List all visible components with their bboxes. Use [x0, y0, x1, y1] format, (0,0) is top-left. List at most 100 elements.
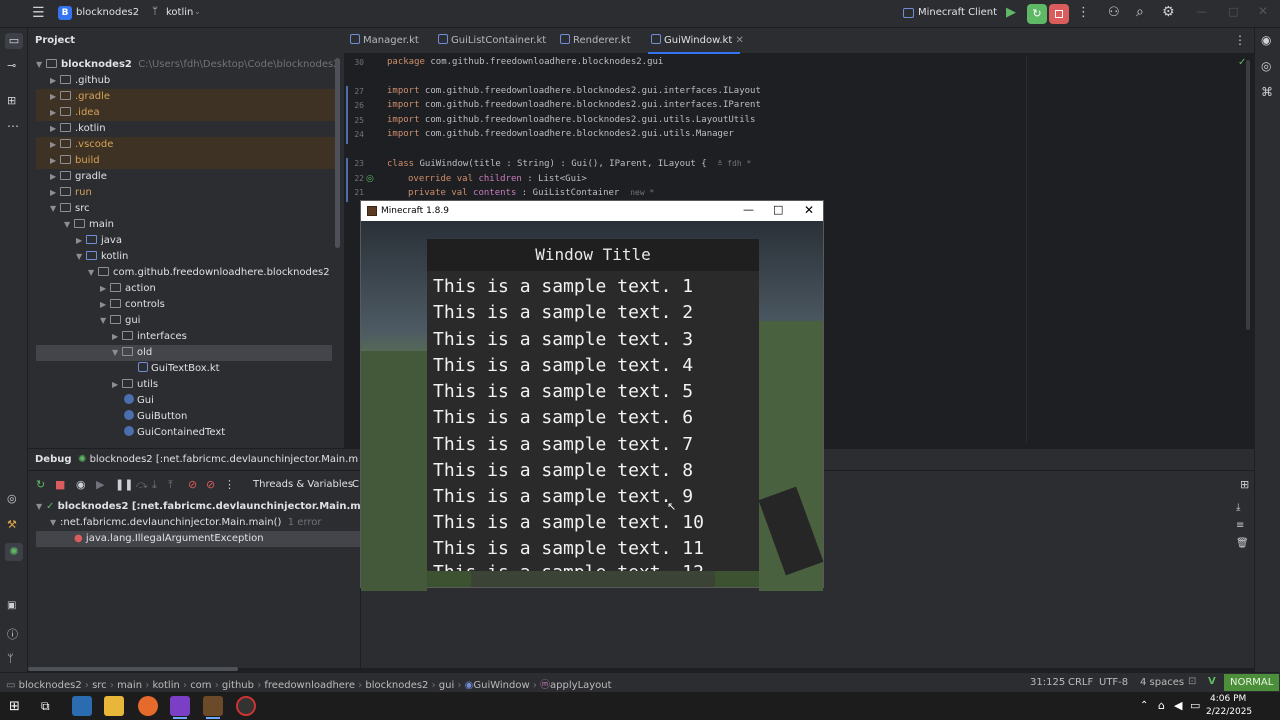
- pause-icon[interactable]: ❚❚: [115, 478, 133, 491]
- copilot-icon[interactable]: ⌘: [1261, 85, 1273, 99]
- project-badge[interactable]: B: [58, 6, 72, 20]
- more-tabs-icon[interactable]: ⋮: [1234, 33, 1246, 47]
- git-icon[interactable]: ᛘ: [7, 652, 14, 665]
- project-scrollbar[interactable]: [335, 58, 340, 248]
- tree-item-old[interactable]: ▼ old: [36, 345, 332, 361]
- battery-icon[interactable]: ▭: [1190, 699, 1200, 712]
- more-actions-icon[interactable]: ⋮: [1077, 5, 1090, 20]
- editor-scrollbar[interactable]: [1246, 60, 1250, 330]
- breakpoint-icon[interactable]: ⊘: [188, 478, 197, 491]
- stop-icon[interactable]: ■: [55, 478, 65, 491]
- frame-row[interactable]: ▼:net.fabricmc.devlaunchinjector.Main.ma…: [50, 515, 360, 531]
- thread-row[interactable]: ▼ ✓ blocknodes2 [:net.fabricmc.devlaunchi…: [36, 499, 360, 515]
- settings-gear-icon[interactable]: ⚙: [1162, 4, 1175, 20]
- tree-item-guicontainedtext[interactable]: GuiContainedText: [124, 425, 332, 441]
- stop-button[interactable]: [1049, 4, 1069, 24]
- debug-tab[interactable]: Debug: [35, 454, 72, 465]
- tree-item-interfaces[interactable]: ▶ interfaces: [112, 329, 332, 345]
- tree-item-package[interactable]: ▼ com.github.freedownloadhere.blocknodes2: [88, 265, 332, 281]
- run-icon[interactable]: ▶: [1006, 5, 1016, 20]
- commit-tool-icon[interactable]: ⊸: [7, 59, 16, 72]
- add-user-icon[interactable]: ⚇: [1108, 5, 1120, 20]
- breadcrumb-item[interactable]: com: [190, 680, 211, 691]
- caret-position[interactable]: 31:125: [1030, 677, 1065, 688]
- resume-icon[interactable]: ▶: [96, 478, 104, 491]
- override-gutter-icon[interactable]: ◎: [366, 174, 374, 184]
- breadcrumb-item[interactable]: src: [92, 680, 107, 691]
- breadcrumb-item[interactable]: blocknodes2: [19, 680, 82, 691]
- exception-row[interactable]: ● java.lang.IllegalArgumentException: [36, 531, 360, 547]
- tree-item-main[interactable]: ▼ main: [64, 217, 332, 233]
- view-icon[interactable]: ◉: [76, 478, 86, 491]
- tree-item-run[interactable]: ▶ run: [50, 185, 332, 201]
- ai-assistant-icon[interactable]: ◎: [1261, 59, 1271, 73]
- tab-guiwindow[interactable]: GuiWindow.kt ✕: [651, 34, 744, 46]
- soft-wrap-icon[interactable]: ≡: [1236, 520, 1244, 531]
- minimize-icon[interactable]: —: [1196, 5, 1207, 18]
- minecraft-title-bar[interactable]: Minecraft 1.8.9 — □ ✕: [361, 201, 823, 221]
- clock-date[interactable]: 2/22/2025: [1206, 707, 1252, 717]
- notifications-icon[interactable]: ◉: [1261, 33, 1271, 47]
- tab-renderer[interactable]: Renderer.kt: [560, 34, 631, 46]
- tree-item-gradle[interactable]: ▶ gradle: [50, 169, 332, 185]
- run-config-selector[interactable]: Minecraft Client: [918, 7, 997, 18]
- file-encoding[interactable]: UTF-8: [1099, 677, 1128, 688]
- breadcrumb-item[interactable]: github: [222, 680, 254, 691]
- services-tool-icon[interactable]: ◎: [7, 492, 17, 505]
- tree-item-guibutton[interactable]: GuiButton: [124, 409, 332, 425]
- clock-time[interactable]: 4:06 PM: [1210, 694, 1246, 704]
- vim-icon[interactable]: V: [1208, 676, 1216, 687]
- step-over-icon[interactable]: ⤼: [136, 478, 148, 492]
- tree-item-kotlin[interactable]: ▼ kotlin: [76, 249, 332, 265]
- taskbar-app-icon[interactable]: [72, 696, 92, 716]
- step-into-icon[interactable]: ⤓: [152, 478, 157, 492]
- tree-item-gui[interactable]: ▼ gui: [100, 313, 332, 329]
- breadcrumb-item[interactable]: blocknodes2: [365, 680, 428, 691]
- more-tools-icon[interactable]: ⋯: [7, 119, 19, 133]
- maximize-icon[interactable]: □: [773, 203, 783, 216]
- tree-item-utils[interactable]: ▶ utils: [112, 377, 332, 393]
- volume-icon[interactable]: ◀: [1174, 699, 1182, 712]
- terminal-icon[interactable]: ▣: [7, 600, 16, 611]
- tree-item-src[interactable]: ▼ src: [50, 201, 332, 217]
- tree-item-build[interactable]: ▶ build: [36, 153, 338, 169]
- console-tab[interactable]: C: [352, 479, 359, 490]
- network-icon[interactable]: ⌂: [1158, 699, 1165, 712]
- tree-item-kotlin-hidden[interactable]: ▶ .kotlin: [50, 121, 332, 137]
- rerun-icon[interactable]: ↻: [36, 478, 45, 491]
- file-explorer-icon[interactable]: [104, 696, 124, 716]
- step-out-icon[interactable]: ⤒: [168, 478, 173, 492]
- mute-breakpoints-icon[interactable]: ⊘: [206, 478, 215, 491]
- tree-item-guitextbox[interactable]: GuiTextBox.kt: [138, 361, 332, 377]
- layout-icon[interactable]: ⊞: [1240, 478, 1249, 491]
- firefox-icon[interactable]: [138, 696, 158, 716]
- threads-variables-tab[interactable]: Threads & Variables: [253, 479, 353, 490]
- indent-setting[interactable]: 4 spaces: [1140, 677, 1184, 688]
- tab-guilistcontainer[interactable]: GuiListContainer.kt: [438, 34, 546, 46]
- gui-window-title[interactable]: Window Title: [427, 239, 759, 271]
- intellij-icon[interactable]: [170, 696, 190, 716]
- chevron-down-icon[interactable]: ⌄: [68, 35, 75, 44]
- gui-window[interactable]: Window Title This is a sample text. 1 Th…: [427, 239, 759, 571]
- tree-item-gui-class[interactable]: Gui: [124, 393, 332, 409]
- tree-root[interactable]: ▼ blocknodes2 C:\Users\fdh\Desktop\Code\b…: [36, 57, 340, 73]
- breadcrumb-item[interactable]: GuiWindow: [473, 680, 529, 691]
- tree-item-github[interactable]: ▶ .github: [50, 73, 332, 89]
- tree-item-controls[interactable]: ▶ controls: [100, 297, 332, 313]
- search-icon[interactable]: ⌕: [1136, 4, 1144, 20]
- hammer-build-icon[interactable]: ⚒: [7, 518, 17, 531]
- minimize-icon[interactable]: —: [743, 203, 754, 216]
- lock-icon[interactable]: ⊡: [1188, 676, 1196, 687]
- close-tab-icon[interactable]: ✕: [735, 35, 743, 46]
- tray-chevron-icon[interactable]: ⌃: [1140, 700, 1148, 711]
- close-icon[interactable]: ✕: [804, 203, 814, 217]
- breadcrumb-item[interactable]: gui: [439, 680, 454, 691]
- windows-start-icon[interactable]: ⊞: [9, 699, 20, 714]
- obs-icon[interactable]: [236, 696, 256, 716]
- breadcrumb-item[interactable]: applyLayout: [550, 680, 612, 691]
- breadcrumb-item[interactable]: freedownloadhere: [264, 680, 355, 691]
- project-switcher[interactable]: blocknodes2: [76, 7, 139, 18]
- tree-item-gradle-hidden[interactable]: ▶ .gradle: [36, 89, 338, 105]
- trash-icon[interactable]: 🗑: [1236, 538, 1249, 549]
- problems-icon[interactable]: ⓘ: [7, 626, 18, 642]
